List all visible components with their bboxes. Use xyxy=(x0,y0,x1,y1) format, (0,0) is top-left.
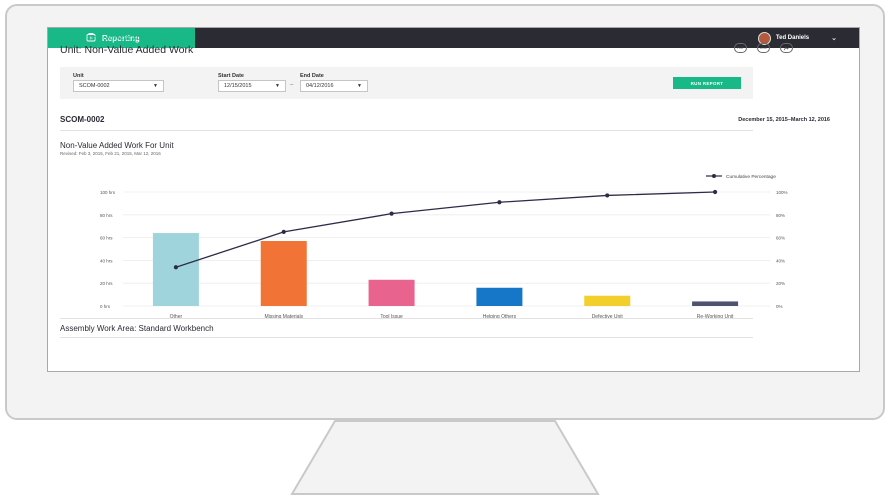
monitor-stand xyxy=(290,420,600,495)
